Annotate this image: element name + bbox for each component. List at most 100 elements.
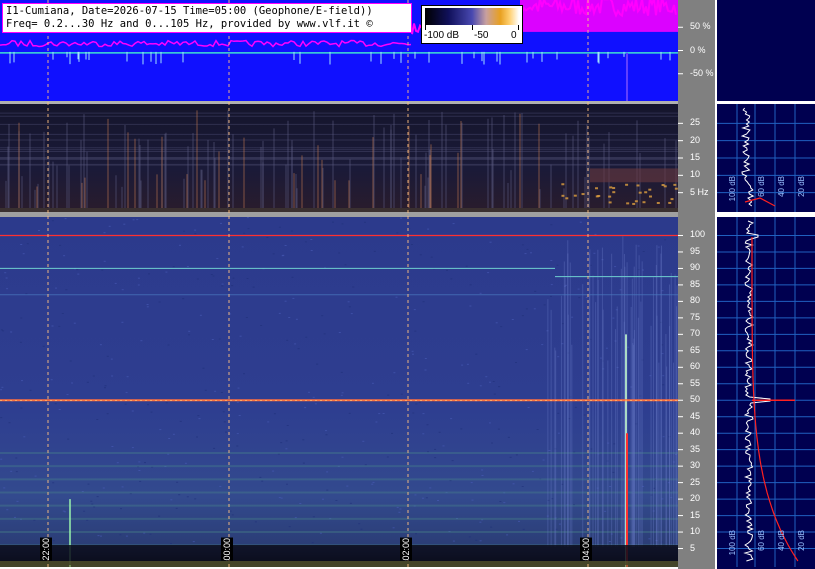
spectrogram-high-speckle	[437, 500, 439, 501]
spectrogram-high-speckle	[400, 217, 403, 219]
spectrogram-high-speckle	[419, 254, 422, 256]
time-tick-label: 04:00	[580, 538, 592, 561]
spectrogram-high-speckle	[294, 343, 297, 345]
spectrogram-low-hotspot	[642, 201, 646, 204]
spectrogram-high-speckle	[452, 223, 455, 225]
spectrogram-high-speckle	[67, 438, 70, 440]
spectrogram-high-speckle	[64, 218, 67, 220]
spectrogram-high-speckle	[556, 264, 559, 266]
spectrogram-low-hotspot	[612, 191, 616, 194]
spectrogram-high-speckle	[91, 503, 94, 505]
spectrogram-high-speckle	[87, 483, 90, 485]
spectrogram-high-speckle	[285, 440, 288, 442]
spectrogram-high-speckle	[246, 278, 249, 279]
spectrogram-high-speckle	[197, 415, 200, 417]
spectrogram-high-speckle	[83, 510, 86, 512]
spectrogram-high-speckle	[73, 322, 76, 324]
spectrogram-high-speckle	[479, 521, 482, 523]
spectrogram-high-speckle	[194, 498, 197, 500]
spectrogram-high-speckle	[170, 543, 172, 545]
spectrogram-high-speckle	[194, 229, 197, 231]
spectrogram-high-speckle	[424, 358, 427, 359]
spectrogram-low-hotspot	[595, 187, 599, 190]
spectrogram-high-speckle	[490, 526, 493, 528]
spectrogram-high-speckle	[247, 228, 250, 230]
spectrogram-high-speckle	[577, 288, 580, 290]
high-freq-tick-label: 80	[690, 295, 701, 306]
spectrogram-high-speckle	[605, 347, 608, 349]
spectrogram-high-speckle	[485, 376, 488, 378]
spectrogram-high-speckle	[574, 406, 577, 408]
spectrogram-low-hotspot	[673, 183, 677, 186]
spectrogram-high-speckle	[34, 475, 37, 477]
high-freq-tick-label: 30	[690, 460, 701, 471]
spectrogram-high-speckle	[579, 221, 582, 223]
spectrogram-high-speckle	[400, 393, 403, 395]
spectrogram-high-speckle	[137, 277, 140, 279]
spectrogram-high-speckle	[0, 458, 3, 460]
spectrogram-high-speckle	[399, 508, 402, 510]
spectrogram-high-speckle	[86, 519, 89, 521]
spectrogram-high-speckle	[461, 364, 464, 366]
low-freq-tick-label: 20	[690, 134, 701, 145]
spectrogram-high-speckle	[232, 277, 235, 279]
spectrogram-high-speckle	[521, 315, 524, 317]
spectrogram-high-speckle	[138, 470, 141, 471]
spectrogram-high-speckle	[479, 385, 482, 387]
spectrogram-low-hotspot	[565, 197, 569, 200]
spectrogram-high-speckle	[422, 413, 425, 415]
spectrogram-high-speckle	[170, 499, 173, 501]
spectrogram-high-speckle	[97, 535, 100, 537]
spectrogram-high-speckle	[55, 287, 57, 289]
spectrogram-high-speckle	[506, 534, 509, 536]
spectrogram-high-speckle	[286, 339, 289, 341]
spectrogram-high-speckle	[3, 487, 6, 489]
spectrogram-high-speckle	[196, 278, 199, 280]
axis-strip-border	[715, 0, 717, 569]
spectrogram-high-speckle	[218, 338, 221, 340]
spectrogram-high-speckle	[199, 314, 202, 316]
spectrogram-high-speckle	[500, 326, 503, 328]
time-tick-label: 00:00	[221, 538, 233, 561]
spectrogram-low-hotspot	[625, 183, 629, 186]
spectrogram-high-speckle	[54, 403, 57, 405]
spectrogram-high-speckle	[325, 434, 328, 436]
spectrogram-high-speckle	[238, 415, 241, 416]
spectrogram-high-speckle	[42, 345, 45, 347]
spectrogram-high-speckle	[571, 316, 574, 318]
high-freq-tick-label: 25	[690, 476, 701, 487]
time-tick-label: 22:00	[40, 538, 52, 561]
spectrogram-high-speckle	[20, 317, 23, 319]
spectrogram-high-speckle	[139, 480, 142, 482]
spectrogram-low-hotspot	[648, 195, 652, 198]
spectrogram-low-floor	[0, 208, 678, 212]
spectrogram-high-speckle	[487, 272, 490, 274]
spectrogram-high-speckle	[125, 391, 128, 393]
spectrogram-high-speckle	[278, 312, 281, 314]
spectrogram-high-speckle	[316, 363, 319, 365]
amplitude-tick-label: 50 %	[690, 21, 711, 32]
spectrogram-high-speckle	[52, 482, 55, 484]
spectrogram-high-speckle	[488, 422, 491, 424]
spectrogram-high-speckle	[15, 471, 18, 473]
spectrogram-high-speckle	[347, 301, 350, 303]
spectrogram-high-speckle	[396, 506, 399, 508]
spectrogram-high-speckle	[111, 446, 114, 447]
spectrogram-high-speckle	[50, 379, 53, 381]
spectrogram-high-speckle	[662, 375, 665, 377]
spectrogram-high-speckle	[172, 433, 175, 435]
low-freq-tick-label: 5 Hz	[690, 186, 709, 197]
spectrogram-high-speckle	[59, 244, 62, 246]
spectrogram-high-speckle	[219, 485, 222, 487]
spectrogram-low-hotspot	[634, 200, 638, 203]
spectrogram-high-speckle	[69, 360, 72, 362]
spectrogram-high-speckle	[418, 401, 421, 403]
spectrogram-high-speckle	[273, 413, 276, 415]
spectrogram-high-speckle	[550, 260, 553, 261]
spectrogram-high-speckle	[426, 424, 429, 426]
spectrogram-high-speckle	[6, 509, 9, 511]
spectrogram-high-speckle	[533, 308, 536, 310]
spectrogram-high-speckle	[194, 233, 197, 235]
spectrogram-high-speckle	[137, 284, 140, 286]
spectrogram-high-speckle	[491, 442, 493, 444]
